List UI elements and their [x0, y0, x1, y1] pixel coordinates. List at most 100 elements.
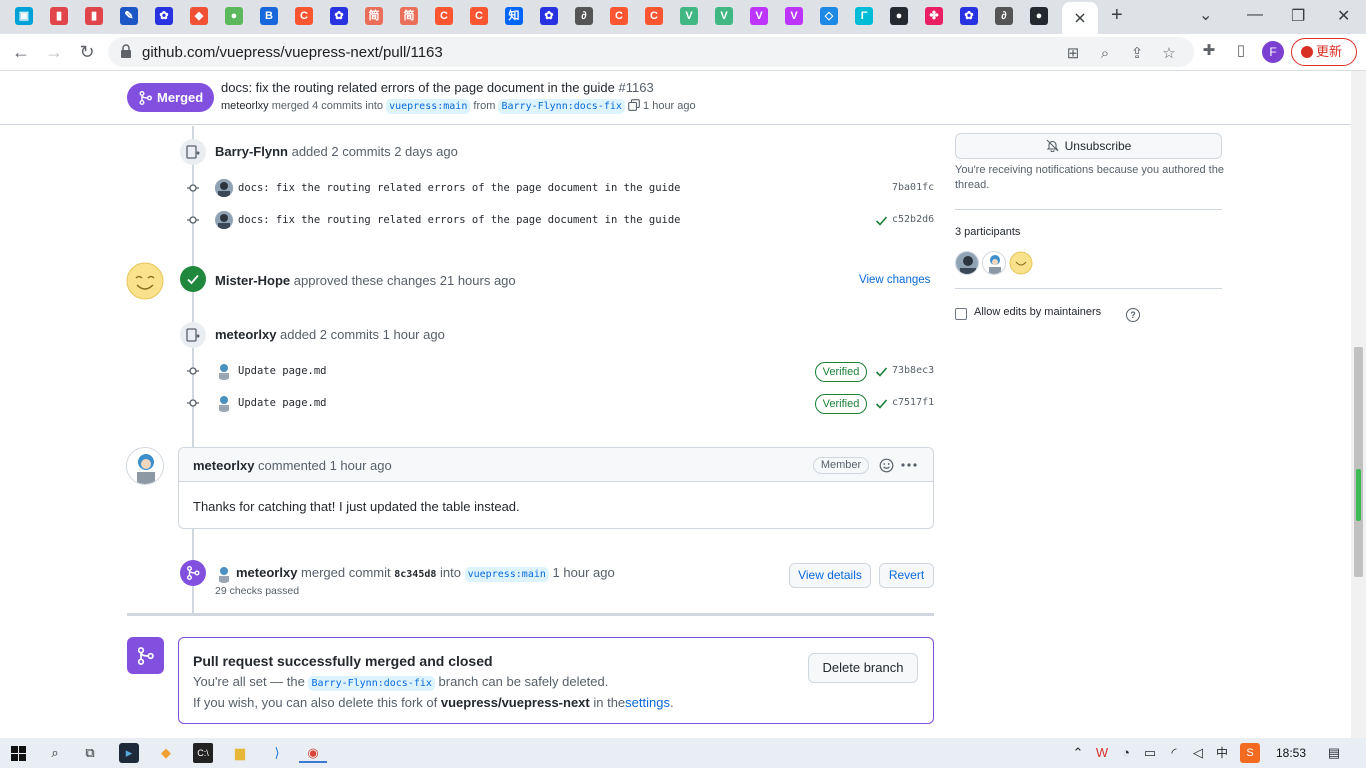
participant-avatar[interactable]	[1009, 251, 1033, 275]
avatar[interactable]	[215, 394, 233, 412]
check-icon[interactable]	[875, 365, 888, 378]
bookmark-star-icon[interactable]: ☆	[1160, 45, 1178, 63]
side-panel-icon[interactable]: ▯	[1232, 42, 1250, 60]
bitbucket-icon[interactable]: B	[260, 7, 278, 25]
merge-author-link[interactable]: meteorlxy	[221, 100, 269, 112]
minimize-icon[interactable]: —	[1247, 6, 1263, 24]
csdn-icon[interactable]: C	[435, 7, 453, 25]
zhihu-icon[interactable]: 知	[505, 7, 523, 25]
vue-icon[interactable]: V	[680, 7, 698, 25]
csdn-icon[interactable]: C	[645, 7, 663, 25]
push-actor-link[interactable]: meteorlxy	[215, 327, 276, 342]
avatar[interactable]	[215, 179, 233, 197]
baidu-icon[interactable]: ✿	[155, 7, 173, 25]
delete-branch-button[interactable]: Delete branch	[808, 653, 918, 683]
check-icon[interactable]	[875, 214, 888, 227]
system-clock[interactable]: 18:53	[1276, 746, 1306, 760]
update-button[interactable]: 更新	[1291, 38, 1357, 66]
csdn-icon[interactable]: C	[470, 7, 488, 25]
task-view-icon[interactable]: ⧉	[80, 743, 100, 763]
app-icon[interactable]: ◇	[820, 7, 838, 25]
app-icon[interactable]: ∂	[575, 7, 593, 25]
qq-icon[interactable]: ◔	[1116, 743, 1136, 763]
commit-sha-link[interactable]: c52b2d6	[892, 214, 934, 225]
vite-icon[interactable]: V	[785, 7, 803, 25]
avatar[interactable]	[126, 447, 164, 485]
avatar[interactable]	[126, 262, 164, 300]
comment-meta[interactable]: commented 1 hour ago	[258, 458, 392, 473]
bilibili-icon[interactable]: ▣	[15, 7, 33, 25]
app-icon[interactable]: ▮	[50, 7, 68, 25]
volume-icon[interactable]: ◁	[1188, 743, 1208, 763]
kebab-menu-icon[interactable]	[901, 463, 917, 467]
comment-author-link[interactable]: meteorlxy	[193, 458, 254, 473]
copy-icon[interactable]	[628, 99, 640, 111]
merge-actor-link[interactable]: meteorlxy	[236, 565, 297, 580]
github-icon[interactable]: ●	[890, 7, 908, 25]
github-icon[interactable]: ●	[1030, 7, 1048, 25]
commit-sha-link[interactable]: 7ba01fc	[892, 182, 934, 193]
extensions-icon[interactable]: ✚	[1200, 42, 1218, 60]
baidu-icon[interactable]: ✿	[960, 7, 978, 25]
app-icon[interactable]: ▮	[85, 7, 103, 25]
smiley-icon[interactable]	[879, 458, 894, 473]
file-explorer-icon[interactable]: ▆	[230, 743, 250, 763]
app-icon[interactable]: ∂	[995, 7, 1013, 25]
baidu-icon[interactable]: ✿	[540, 7, 558, 25]
commit-message-link[interactable]: docs: fix the routing related errors of …	[238, 182, 681, 194]
wifi-icon[interactable]: ◜	[1164, 743, 1184, 763]
commit-sha-link[interactable]: c7517f1	[892, 397, 934, 408]
page-scrollbar[interactable]	[1351, 71, 1366, 738]
check-icon[interactable]	[875, 397, 888, 410]
view-details-button[interactable]: View details	[789, 563, 871, 588]
ime-indicator[interactable]: 中	[1212, 743, 1232, 763]
chrome-icon[interactable]: ◉	[299, 743, 327, 763]
search-icon[interactable]: ⌕	[45, 743, 65, 763]
back-icon[interactable]: ←	[10, 41, 32, 63]
allow-edits-checkbox[interactable]	[955, 308, 967, 320]
merge-target-branch[interactable]: vuepress:main	[464, 567, 549, 582]
share-icon[interactable]: ⇪	[1128, 45, 1146, 63]
help-icon[interactable]: ?	[1126, 308, 1140, 322]
app-icon[interactable]: ●	[225, 7, 243, 25]
commit-message-link[interactable]: docs: fix the routing related errors of …	[238, 214, 681, 226]
tab-search-icon[interactable]: ⌄	[1199, 5, 1212, 25]
fork-branch[interactable]: Barry-Flynn:docs-fix	[308, 676, 435, 691]
translate-icon[interactable]: ⊞	[1064, 45, 1082, 63]
jianshu-icon[interactable]: 简	[400, 7, 418, 25]
csdn-icon[interactable]: C	[295, 7, 313, 25]
vite-icon[interactable]: V	[750, 7, 768, 25]
restore-icon[interactable]: ❐	[1291, 6, 1305, 26]
sourcetree-icon[interactable]: ◆	[156, 743, 176, 763]
checks-status[interactable]: 29 checks passed	[215, 585, 299, 597]
verified-badge[interactable]: Verified	[815, 394, 867, 414]
new-tab-icon[interactable]: +	[1111, 4, 1123, 27]
revert-button[interactable]: Revert	[879, 563, 934, 588]
zoom-icon[interactable]: ⌕	[1096, 45, 1114, 63]
tray-chevron-icon[interactable]: ⌃	[1068, 743, 1088, 763]
close-window-icon[interactable]: ✕	[1337, 6, 1350, 26]
head-branch[interactable]: Barry-Flynn:docs-fix	[498, 99, 625, 114]
push-actor-link[interactable]: Barry-Flynn	[215, 144, 288, 159]
git-icon[interactable]: ◆	[190, 7, 208, 25]
avatar[interactable]	[215, 362, 233, 380]
terminal-app-icon[interactable]: ▸	[119, 743, 139, 763]
csdn-icon[interactable]: C	[610, 7, 628, 25]
base-branch[interactable]: vuepress:main	[386, 99, 471, 114]
commit-sha-link[interactable]: 73b8ec3	[892, 365, 934, 376]
vue-icon[interactable]: V	[715, 7, 733, 25]
forward-icon[interactable]: →	[43, 41, 65, 63]
avatar[interactable]	[215, 211, 233, 229]
pen-icon[interactable]: ✎	[120, 7, 138, 25]
unsubscribe-button[interactable]: Unsubscribe	[955, 133, 1222, 159]
wps-icon[interactable]: W	[1092, 743, 1112, 763]
reviewer-link[interactable]: Mister-Hope	[215, 273, 290, 288]
sogou-ime-icon[interactable]: S	[1240, 743, 1260, 763]
app-icon[interactable]: Γ	[855, 7, 873, 25]
baidu-icon[interactable]: ✿	[330, 7, 348, 25]
merge-commit-sha[interactable]: 8c345d8	[394, 569, 436, 580]
profile-avatar[interactable]: F	[1262, 41, 1284, 63]
jianshu-icon[interactable]: 简	[365, 7, 383, 25]
reload-icon[interactable]: ↻	[76, 41, 98, 63]
notifications-icon[interactable]: ▤	[1324, 743, 1344, 763]
